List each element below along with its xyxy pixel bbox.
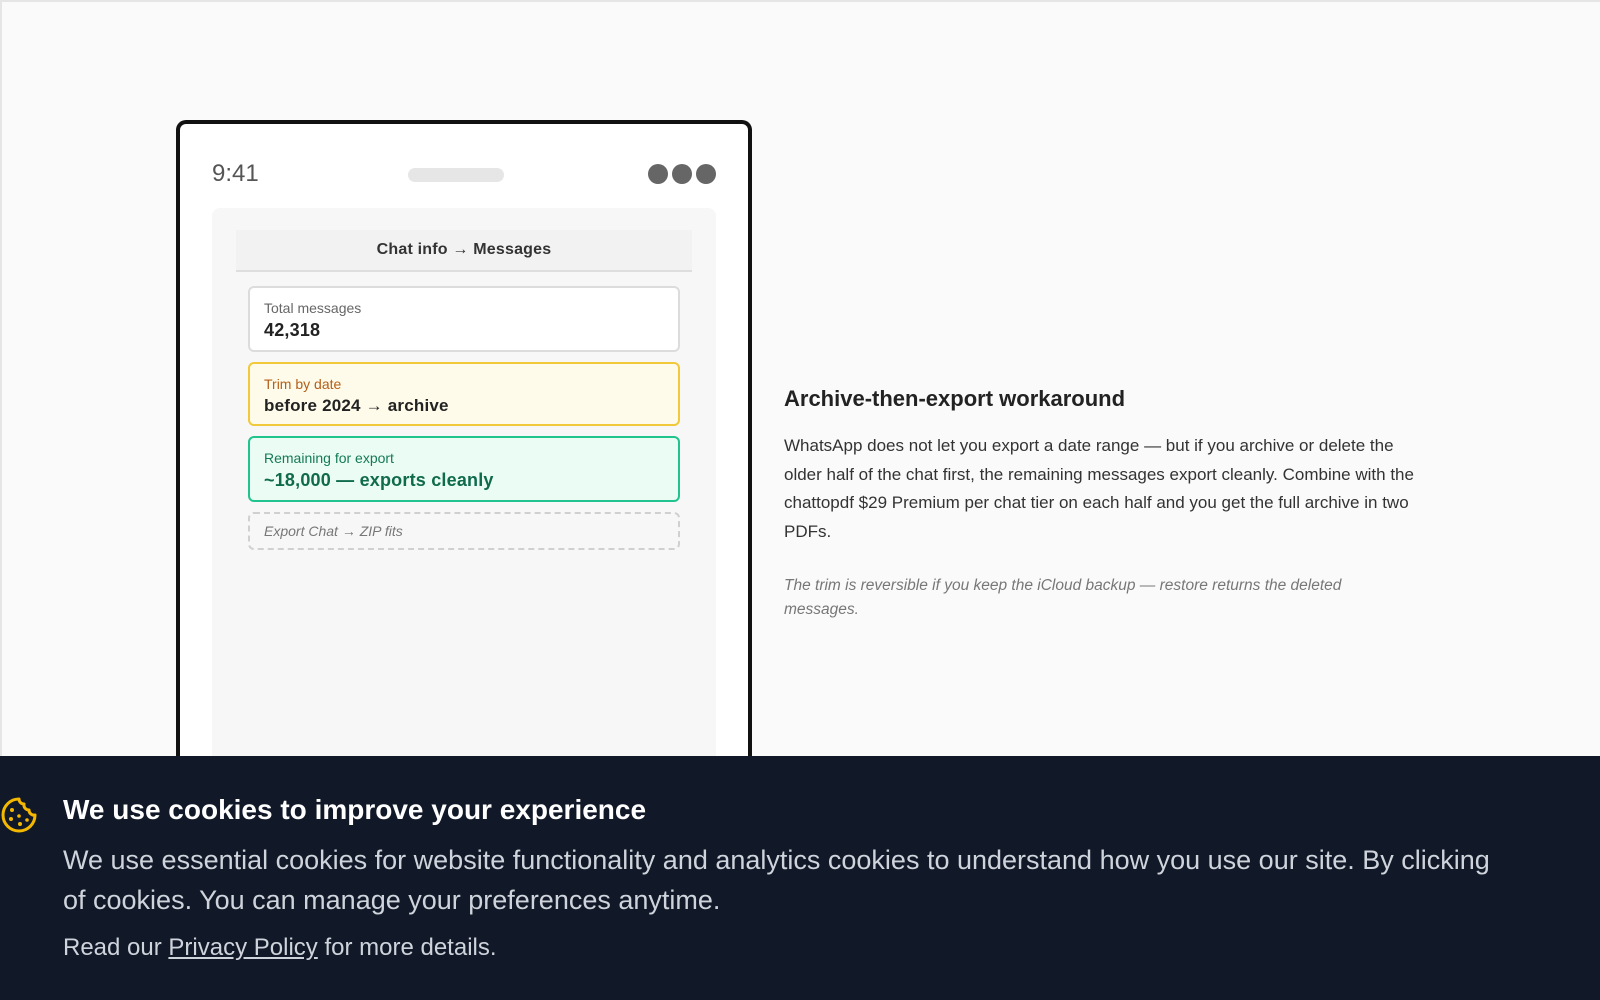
status-dot-icon xyxy=(648,164,668,184)
cookie-icon xyxy=(1,797,37,833)
screen-title: Chat info → Messages xyxy=(236,230,692,272)
cookie-description-line: of cookies. You can manage your preferen… xyxy=(63,885,721,915)
cookie-title: We use cookies to improve your experienc… xyxy=(63,794,647,825)
status-time: 9:41 xyxy=(212,160,259,187)
cookie-description: We use essential cookies for website fun… xyxy=(63,840,1600,920)
cookie-description-line: We use essential cookies for website fun… xyxy=(63,845,1490,875)
remaining-label: Remaining for export xyxy=(264,450,394,466)
total-messages-label: Total messages xyxy=(264,300,362,316)
cookie-read-more: Read our Privacy Policy for more details… xyxy=(63,934,497,962)
remaining-value: ~18,000 — exports cleanly xyxy=(264,470,494,490)
info-body: WhatsApp does not let you export a date … xyxy=(784,436,1414,541)
export-chat-label: Export Chat → ZIP fits xyxy=(264,523,403,539)
info-title: Archive-then-export workaround xyxy=(784,386,1126,411)
trim-value: before 2024 → archive xyxy=(264,396,449,415)
status-dot-icon xyxy=(696,164,716,184)
export-chat-card: Export Chat → ZIP fits xyxy=(248,512,680,550)
info-note: The trim is reversible if you keep the i… xyxy=(784,577,1342,618)
status-dot-icon xyxy=(672,164,692,184)
remaining-export-card: Remaining for export ~18,000 — exports c… xyxy=(248,436,680,502)
total-messages-card: Total messages 42,318 xyxy=(248,286,680,352)
read-prefix: Read our xyxy=(63,934,162,961)
total-messages-value: 42,318 xyxy=(264,320,321,340)
read-suffix: for more details. xyxy=(324,934,497,961)
phone-screen: Chat info → Messages Total messages 42,3… xyxy=(212,208,716,788)
status-indicators xyxy=(648,164,716,184)
phone-notch xyxy=(408,168,504,182)
trim-label: Trim by date xyxy=(264,376,342,392)
phone-mockup: 9:41 Chat info → Messages Total messages… xyxy=(176,120,752,788)
privacy-policy-link[interactable]: Privacy Policy xyxy=(168,934,317,961)
trim-by-date-card: Trim by date before 2024 → archive xyxy=(248,362,680,426)
cookie-banner: We use cookies to improve your experienc… xyxy=(0,756,1600,1000)
